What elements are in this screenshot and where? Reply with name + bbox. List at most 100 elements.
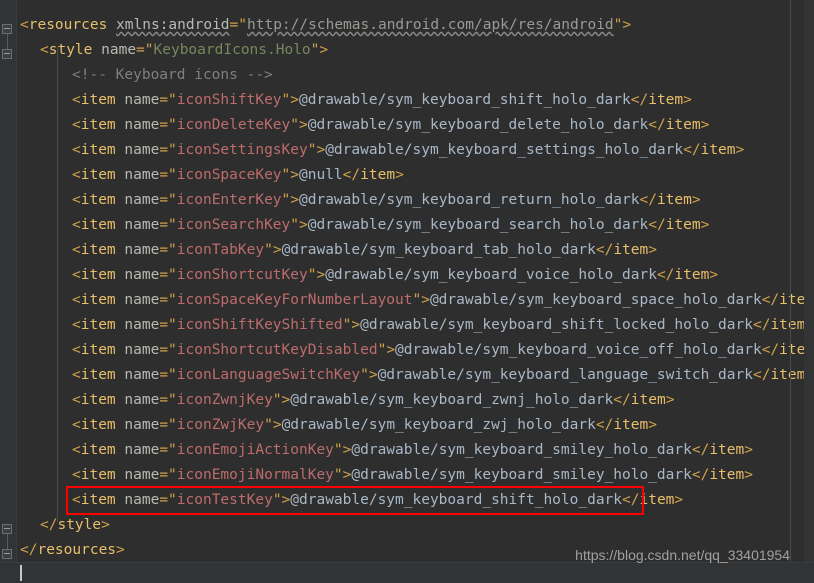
code-token-bracket: <: [72, 417, 81, 433]
code-token-text: @drawable/sym_keyboard_language_switch_d…: [377, 367, 753, 383]
code-token-bracket: >: [395, 167, 404, 183]
code-token-quote: ": [168, 442, 177, 458]
code-token-val-red: iconEnterKey: [176, 192, 282, 208]
code-token-tag: item: [80, 292, 116, 308]
code-token-attr: name: [124, 292, 160, 308]
code-token-eq: =: [159, 142, 169, 158]
code-token-eq: =: [229, 17, 239, 33]
code-fold-gutter[interactable]: [0, 0, 17, 583]
code-token-bracket: <: [72, 167, 81, 183]
code-line[interactable]: <item name="iconEnterKey">@drawable/sym_…: [16, 188, 814, 213]
code-token-eq: =: [159, 417, 169, 433]
code-token-attr: name: [124, 467, 160, 483]
code-token-attr: name: [124, 342, 160, 358]
code-line[interactable]: <item name="iconShiftKey">@drawable/sym_…: [16, 88, 814, 113]
code-token-text: @drawable/sym_keyboard_space_holo_dark: [429, 292, 762, 308]
text-caret: [20, 565, 22, 581]
code-token-bracket: >: [316, 267, 326, 283]
code-line[interactable]: <resources xmlns:android="http://schemas…: [16, 13, 814, 38]
code-line[interactable]: <!-- Keyboard icons -->: [16, 63, 814, 88]
code-token-attr: name: [124, 367, 160, 383]
code-token-attr: name: [124, 117, 160, 133]
code-token-bracket: >: [319, 42, 329, 58]
code-token-quote: ": [290, 117, 300, 133]
code-line-list: <resources xmlns:android="http://schemas…: [16, 0, 814, 563]
code-token-quote: ": [168, 92, 177, 108]
code-line[interactable]: <item name="iconTabKey">@drawable/sym_ke…: [16, 238, 814, 263]
code-line[interactable]: <item name="iconZwnjKey">@drawable/sym_k…: [16, 388, 814, 413]
code-token-tag: item: [80, 92, 116, 108]
code-token-bracket: </: [630, 92, 649, 108]
code-token-bracket: <: [72, 492, 81, 508]
code-token-tag: item: [80, 167, 116, 183]
code-line[interactable]: </style>: [16, 513, 814, 538]
code-token-quote: ": [168, 367, 177, 383]
code-token-quote: ": [168, 317, 177, 333]
code-line[interactable]: <item name="iconSpaceKey">@null</item>: [16, 163, 814, 188]
code-token-tag: item: [80, 467, 116, 483]
code-token-text: @drawable/sym_keyboard_smiley_holo_dark: [351, 442, 692, 458]
code-token-val-red: iconSearchKey: [176, 217, 291, 233]
code-token-eq: =: [159, 242, 169, 258]
code-token-quote: ": [168, 167, 177, 183]
fold-marker-resources[interactable]: [2, 24, 12, 34]
code-token-attr: name: [124, 442, 160, 458]
code-line[interactable]: <item name="iconShortcutKeyDisabled">@dr…: [16, 338, 814, 363]
code-line[interactable]: <item name="iconLanguageSwitchKey">@draw…: [16, 363, 814, 388]
code-token-bracket: </: [683, 142, 701, 158]
fold-marker-resources-end[interactable]: [2, 549, 12, 559]
code-line[interactable]: <item name="iconEmojiNormalKey">@drawabl…: [16, 463, 814, 488]
code-token-text: @drawable/sym_keyboard_voice_off_holo_da…: [395, 342, 762, 358]
code-token-attr: name: [124, 242, 160, 258]
code-token-quote: ": [333, 442, 343, 458]
code-token-text: @drawable/sym_keyboard_shift_holo_dark: [299, 92, 631, 108]
code-token-quote: ": [168, 342, 177, 358]
code-token-bracket: >: [709, 267, 719, 283]
code-token-eq: =: [159, 267, 169, 283]
code-token-tag: item: [613, 417, 649, 433]
code-token-tag: resources: [37, 542, 117, 558]
code-line[interactable]: <item name="iconDeleteKey">@drawable/sym…: [16, 113, 814, 138]
code-token-bracket: </: [648, 217, 666, 233]
code-token-bracket: >: [299, 117, 308, 133]
vertical-scrollbar-track[interactable]: [804, 0, 814, 583]
code-line[interactable]: <style name="KeyboardIcons.Holo">: [16, 38, 814, 63]
code-token-bracket: >: [744, 467, 753, 483]
code-line[interactable]: <item name="iconSpaceKeyForNumberLayout"…: [16, 288, 814, 313]
code-line[interactable]: <item name="iconSettingsKey">@drawable/s…: [16, 138, 814, 163]
code-token-bracket: </: [761, 292, 780, 308]
code-line[interactable]: <item name="iconShortcutKey">@drawable/s…: [16, 263, 814, 288]
code-token-quote: ": [168, 417, 177, 433]
code-token-quote: ": [412, 292, 422, 308]
code-token-bracket: <: [72, 242, 81, 258]
fold-marker-style[interactable]: [2, 49, 12, 59]
code-line[interactable]: <item name="iconSearchKey">@drawable/sym…: [16, 213, 814, 238]
code-line[interactable]: <item name="iconShiftKeyShifted">@drawab…: [16, 313, 814, 338]
code-token-bracket: >: [744, 442, 753, 458]
code-line[interactable]: <item name="iconZwjKey">@drawable/sym_ke…: [16, 413, 814, 438]
code-token-quote: ": [168, 192, 177, 208]
code-token-quote: ": [281, 167, 291, 183]
code-text-area[interactable]: <resources xmlns:android="http://schemas…: [16, 0, 814, 583]
code-token-val-red: iconDeleteKey: [176, 117, 291, 133]
code-token-attr: name: [124, 192, 160, 208]
code-token-tag: item: [770, 317, 806, 333]
code-token-tag: item: [700, 142, 736, 158]
code-token-bracket: </: [40, 517, 58, 533]
code-token-attr: name: [124, 92, 160, 108]
code-token-quote: ": [168, 217, 177, 233]
fold-marker-style-end[interactable]: [2, 524, 12, 534]
code-token-quote: ": [281, 192, 291, 208]
code-token-attr: name: [101, 42, 137, 58]
code-token-text: @drawable/sym_keyboard_search_holo_dark: [307, 217, 649, 233]
code-token-bracket: <: [72, 367, 81, 383]
code-token-quote: ": [168, 117, 177, 133]
code-line[interactable]: <item name="iconEmojiActionKey">@drawabl…: [16, 438, 814, 463]
code-token-attr: name: [124, 417, 160, 433]
code-token-quote: ": [168, 267, 177, 283]
code-line-highlighted[interactable]: <item name="iconTestKey">@drawable/sym_k…: [16, 488, 814, 513]
code-token-eq: =: [159, 292, 169, 308]
code-token-bracket: >: [421, 292, 430, 308]
code-token-bracket: >: [272, 242, 282, 258]
